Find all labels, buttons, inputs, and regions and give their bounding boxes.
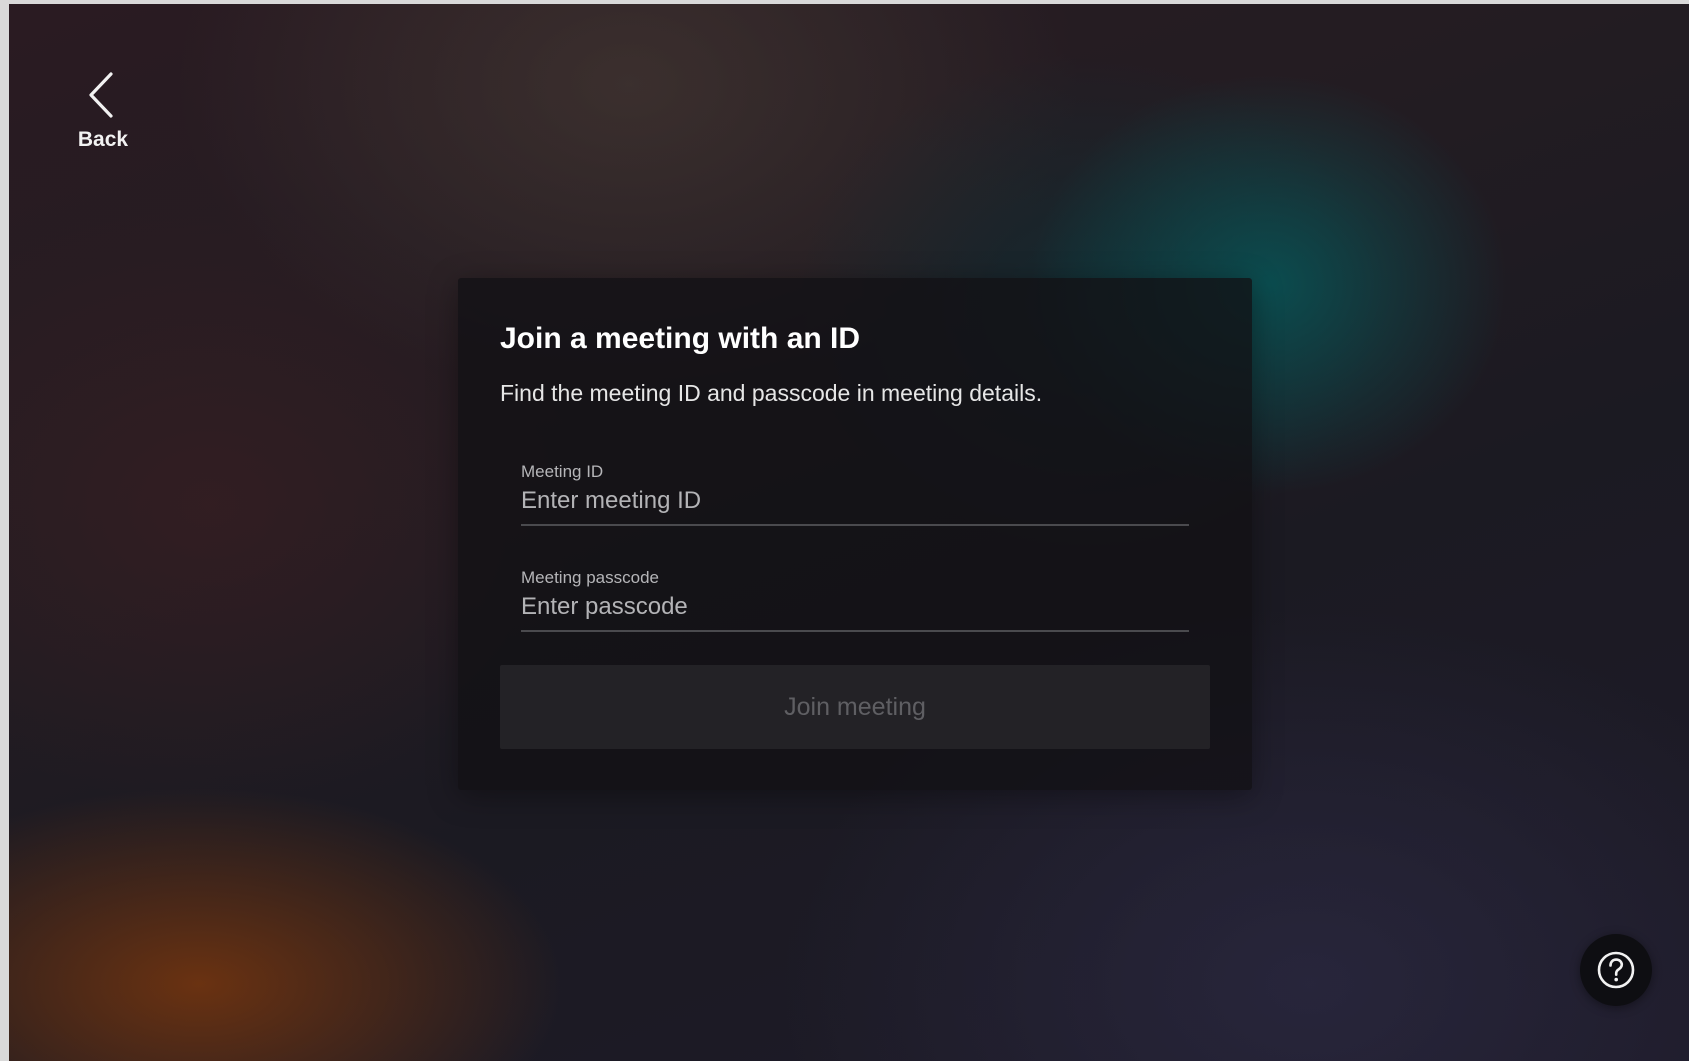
back-button[interactable]: Back [65, 68, 141, 164]
passcode-label: Meeting passcode [521, 568, 659, 587]
help-button[interactable] [1580, 934, 1652, 1006]
join-meeting-button[interactable]: Join meeting [500, 665, 1210, 749]
question-mark-icon [1597, 951, 1635, 989]
meeting-id-field[interactable]: Meeting ID [521, 462, 1189, 526]
chevron-left-icon [89, 72, 113, 118]
card-title: Join a meeting with an ID [500, 322, 861, 355]
meeting-join-screen: Back Join a meeting with an ID Find the … [9, 4, 1689, 1061]
join-meeting-card: Join a meeting with an ID Find the meeti… [458, 278, 1252, 790]
passcode-input[interactable] [521, 590, 1189, 624]
passcode-field[interactable]: Meeting passcode [521, 568, 1189, 632]
back-label: Back [77, 128, 129, 151]
card-subtitle: Find the meeting ID and passcode in meet… [500, 380, 1043, 406]
meeting-id-label: Meeting ID [521, 462, 604, 481]
meeting-id-input[interactable] [521, 484, 1189, 518]
